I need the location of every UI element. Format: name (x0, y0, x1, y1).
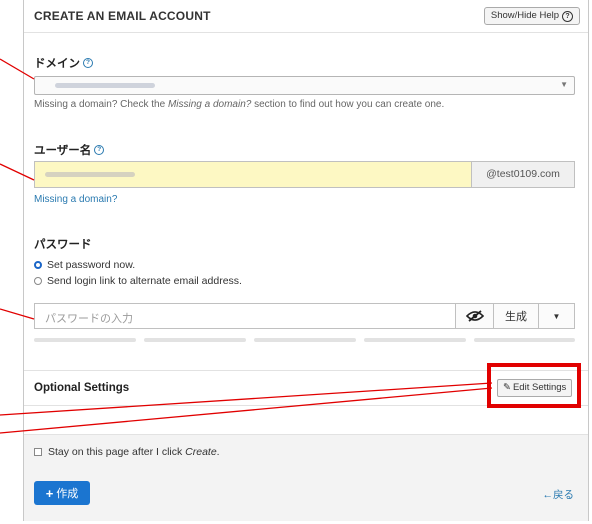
domain-label-text: ドメイン (34, 58, 80, 70)
create-button[interactable]: + 作成 (34, 481, 90, 505)
show-hide-help-button[interactable]: Show/Hide Help ? (483, 7, 580, 25)
domain-select[interactable]: ▼ (34, 76, 575, 95)
domain-help-prefix: Missing a domain? Check the (34, 99, 168, 110)
generate-options-dropdown[interactable]: ▼ (538, 304, 574, 328)
create-button-label: 作成 (56, 488, 79, 500)
panel-header: CREATE AN EMAIL ACCOUNT Show/Hide Help ? (24, 0, 588, 33)
radio-send-login-link-control[interactable] (34, 277, 42, 285)
radio-send-login-link-label: Send login link to alternate email addre… (47, 275, 242, 287)
help-button-label: Show/Hide Help (490, 10, 559, 21)
email-account-panel: CREATE AN EMAIL ACCOUNT Show/Hide Help ?… (23, 0, 589, 521)
optional-settings-title: Optional Settings (34, 382, 130, 394)
domain-label: ドメイン ? (34, 55, 93, 71)
domain-help-icon[interactable]: ? (83, 58, 93, 68)
domain-addon: @test0109.com (471, 162, 574, 187)
strength-segment (144, 338, 246, 342)
stay-on-page-checkbox[interactable] (34, 448, 42, 456)
radio-set-password-control[interactable] (34, 261, 42, 269)
strength-segment (254, 338, 356, 342)
back-link[interactable]: ←戻る (543, 487, 575, 502)
domain-help-em: Missing a domain? (167, 99, 252, 110)
password-input[interactable]: パスワードの入力 (45, 310, 133, 326)
username-help-icon[interactable]: ? (94, 145, 105, 155)
password-input-group: パスワードの入力 生成 ▼ (34, 303, 575, 329)
domain-help-suffix: section to find out how you can create o… (251, 99, 445, 110)
caret-down-icon: ▼ (552, 311, 561, 321)
plus-icon: + (45, 485, 54, 501)
page-title: CREATE AN EMAIL ACCOUNT (34, 9, 211, 23)
domain-help-text: Missing a domain? Check the Missing a do… (34, 99, 444, 110)
annotation-highlight-box (487, 363, 581, 408)
radio-set-password-label: Set password now. (47, 259, 136, 271)
username-label: ユーザー名 ? (34, 142, 105, 158)
stay-on-page-label: Stay on this page after I click Create. (48, 446, 220, 458)
missing-domain-link[interactable]: Missing a domain? (34, 194, 117, 205)
question-circle-icon: ? (562, 10, 573, 22)
strength-segment (34, 338, 136, 342)
strength-segment (364, 338, 466, 342)
eye-slash-icon (465, 310, 484, 322)
arrow-left-icon: ← (542, 489, 554, 501)
password-label-text: パスワード (34, 239, 92, 251)
username-field[interactable]: @test0109.com (34, 161, 575, 188)
domain-value-redacted (55, 83, 155, 88)
radio-set-password[interactable]: Set password now. (34, 259, 135, 271)
username-label-text: ユーザー名 (34, 145, 92, 157)
stay-prefix: Stay on this page after I click (48, 446, 186, 458)
toggle-visibility-button[interactable] (455, 304, 493, 328)
strength-segment (474, 338, 575, 342)
generate-password-button[interactable]: 生成 (493, 304, 538, 328)
password-label: パスワード (34, 236, 92, 252)
back-link-label: 戻る (553, 489, 574, 501)
stay-on-page-option[interactable]: Stay on this page after I click Create. (34, 446, 220, 458)
stay-suffix: . (216, 446, 220, 458)
chevron-down-icon: ▼ (560, 80, 568, 89)
radio-send-login-link[interactable]: Send login link to alternate email addre… (34, 275, 242, 287)
username-value-redacted (45, 172, 135, 177)
form-footer: Stay on this page after I click Create. … (24, 434, 588, 521)
stay-em: Create (185, 446, 217, 458)
